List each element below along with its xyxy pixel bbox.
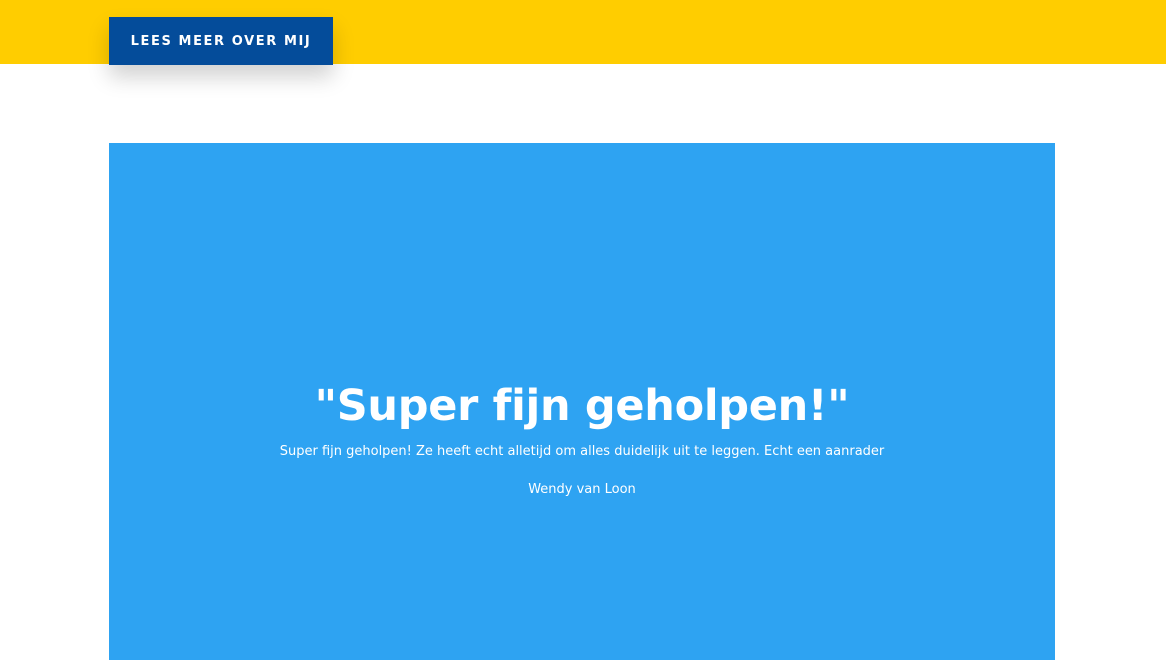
testimonial-title: "Super fijn geholpen!" [314, 381, 850, 431]
testimonial-panel: "Super fijn geholpen!" Super fijn geholp… [109, 143, 1055, 660]
testimonial-text: Super fijn geholpen! Ze heeft echt allet… [279, 444, 885, 459]
testimonial-author: Wendy van Loon [528, 482, 636, 497]
read-more-about-me-button[interactable]: LEES MEER OVER MIJ [109, 17, 333, 65]
